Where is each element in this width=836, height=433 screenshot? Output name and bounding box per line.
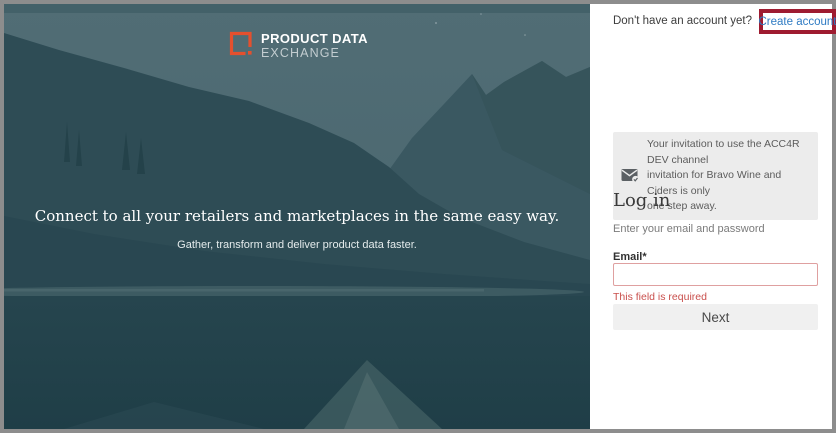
- create-account-link[interactable]: Create account: [759, 16, 836, 28]
- invitation-text-line: one step away.: [647, 199, 809, 215]
- invitation-text-line: Your invitation to use the ACC4R DEV cha…: [647, 137, 809, 168]
- email-label: Email*: [613, 251, 647, 263]
- email-field[interactable]: [613, 263, 818, 286]
- next-button[interactable]: Next: [613, 304, 818, 330]
- hero-panel: PRODUCT DATA EXCHANGE Connect to all you…: [4, 4, 590, 429]
- no-account-question: Don't have an account yet?: [613, 15, 752, 27]
- logo-line1: PRODUCT DATA: [261, 32, 368, 45]
- logo-wordmark: PRODUCT DATA EXCHANGE: [261, 30, 368, 60]
- screenshot-frame: PRODUCT DATA EXCHANGE Connect to all you…: [0, 0, 836, 433]
- login-subtitle: Enter your email and password: [613, 223, 765, 235]
- hero-copy: Connect to all your retailers and market…: [4, 207, 590, 251]
- email-error-message: This field is required: [613, 291, 707, 303]
- envelope-check-icon: [621, 168, 640, 183]
- logo-line2: EXCHANGE: [261, 47, 368, 60]
- login-panel: Don't have an account yet? Create accoun…: [590, 4, 832, 429]
- brand-square-icon: [228, 30, 254, 57]
- create-account-annotation-box: Create account: [759, 9, 836, 34]
- invitation-text-line: invitation for Bravo Wine and Ciders is …: [647, 168, 809, 199]
- hero-subheadline: Gather, transform and deliver product da…: [4, 239, 590, 251]
- invitation-text: Your invitation to use the ACC4R DEV cha…: [647, 137, 809, 215]
- hero-headline: Connect to all your retailers and market…: [4, 207, 590, 225]
- login-title: Log in: [613, 190, 670, 211]
- product-data-exchange-logo: PRODUCT DATA EXCHANGE: [228, 30, 368, 60]
